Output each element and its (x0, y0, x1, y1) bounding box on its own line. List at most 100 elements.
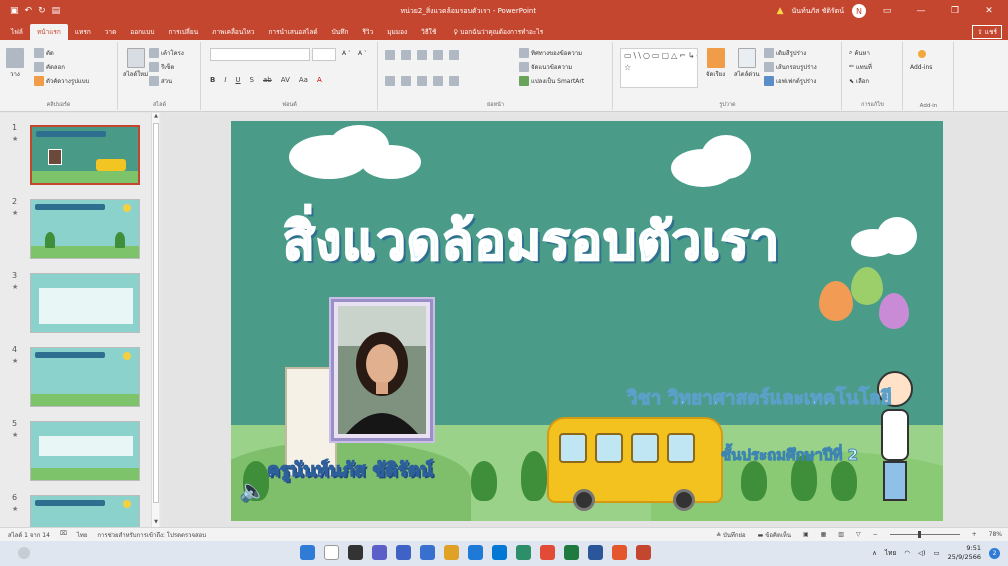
store-icon[interactable] (492, 545, 507, 560)
section-button[interactable]: ส่วน (149, 76, 172, 86)
line-spacing-button[interactable] (449, 50, 459, 60)
slide-thumbnail-3[interactable] (30, 273, 140, 333)
restore-icon[interactable]: ❐ (942, 6, 968, 16)
powerpoint-icon[interactable] (636, 545, 651, 560)
file-explorer-icon[interactable] (444, 545, 459, 560)
tab-help[interactable]: วิธีใช้ (414, 24, 443, 40)
chrome-icon[interactable] (540, 545, 555, 560)
undo-icon[interactable]: ↶ (25, 6, 33, 16)
thumbnail-scrollbar[interactable]: ▲ ▼ (151, 113, 159, 527)
slide-title[interactable]: สิ่งแวดล้อมรอบตัวเรา (282, 199, 780, 282)
tab-file[interactable]: ไฟล์ (4, 24, 30, 40)
shadow-button[interactable]: S (250, 76, 254, 84)
comments-button[interactable]: ▬ ข้อคิดเห็น (758, 530, 791, 540)
align-text-button[interactable]: จัดแนวข้อความ (519, 62, 572, 72)
word-icon[interactable] (588, 545, 603, 560)
char-spacing-button[interactable]: AV (281, 76, 290, 84)
strikethrough-button[interactable]: ab (263, 76, 272, 84)
tab-review[interactable]: รีวิว (355, 24, 380, 40)
copy-button[interactable]: คัดลอก (34, 62, 65, 72)
zoom-out-icon[interactable]: − (873, 531, 878, 538)
find-button[interactable]: ⌕ ค้นหา (849, 48, 870, 58)
font-name-input[interactable] (210, 48, 310, 61)
app-icon[interactable] (612, 545, 627, 560)
tab-animations[interactable]: ภาพเคลื่อนไหว (205, 24, 261, 40)
decrease-indent-button[interactable] (417, 50, 427, 60)
reset-button[interactable]: รีเซ็ต (149, 62, 174, 72)
scroll-down-icon[interactable]: ▼ (152, 519, 160, 527)
paste-button[interactable]: วาง (6, 48, 24, 79)
start-icon[interactable] (300, 545, 315, 560)
zoom-level[interactable]: 78% (989, 531, 1002, 538)
teacher-name-text[interactable]: ครูนันท์นภัส ชัติรัตน์ (267, 455, 434, 485)
tab-insert[interactable]: แทรก (68, 24, 98, 40)
slide-thumbnail-5[interactable] (30, 421, 140, 481)
layout-button[interactable]: เค้าโครง (149, 48, 184, 58)
teams-icon[interactable] (372, 545, 387, 560)
new-slide-button[interactable]: สไลด์ใหม่ (123, 48, 148, 79)
align-center-button[interactable] (401, 76, 411, 86)
arrange-button[interactable]: จัดเรียง (706, 48, 725, 79)
tab-record[interactable]: บันทึก (325, 24, 356, 40)
volume-icon[interactable]: ◁) (918, 549, 926, 557)
smartart-button[interactable]: แปลงเป็น SmartArt (519, 76, 584, 86)
speaker-icon[interactable]: 🔈 (239, 479, 266, 504)
slide-thumbnail-6[interactable] (30, 495, 140, 527)
align-right-button[interactable] (417, 76, 427, 86)
tab-draw[interactable]: วาด (98, 24, 124, 40)
shape-fill-button[interactable]: เติมสีรูปร่าง (764, 48, 806, 58)
user-name[interactable]: นันท์นภัส ชัติรัตน์ (792, 6, 844, 17)
task-view-icon[interactable] (348, 545, 363, 560)
shapes-gallery[interactable]: ▭\\○▭▢△⌐↳⇨⇩↻{}☆ (620, 48, 698, 88)
widgets-icon[interactable] (396, 545, 411, 560)
replace-button[interactable]: ᵃᵇ แทนที่ (849, 62, 872, 72)
tab-home[interactable]: หน้าแรก (29, 24, 68, 40)
align-left-button[interactable] (385, 76, 395, 86)
language-status[interactable]: ไทย (77, 530, 88, 540)
cut-button[interactable]: ตัด (34, 48, 54, 58)
grow-font-button[interactable]: Aˆ (342, 50, 351, 57)
notification-badge[interactable]: 2 (989, 547, 1000, 559)
present-icon[interactable]: ▤ (52, 6, 61, 16)
text-direction-button[interactable]: ทิศทางของข้อความ (519, 48, 582, 58)
slide-thumbnail-2[interactable] (30, 199, 140, 259)
zoom-in-icon[interactable]: + (972, 531, 977, 538)
battery-icon[interactable]: ▭ (934, 549, 940, 557)
scroll-up-icon[interactable]: ▲ (152, 113, 160, 121)
slide-show-icon[interactable]: ▽ (856, 531, 861, 538)
font-size-input[interactable] (312, 48, 336, 61)
normal-view-icon[interactable]: ▣ (803, 531, 809, 538)
font-color-button[interactable]: A (317, 76, 322, 84)
tell-me-search[interactable]: ♀ บอกฉันว่าคุณต้องการทำอะไร (443, 24, 543, 40)
numbering-button[interactable] (401, 50, 411, 60)
shape-outline-button[interactable]: เส้นกรอบรูปร่าง (764, 62, 817, 72)
clock[interactable]: 9:51 25/9/2566 (948, 544, 981, 562)
bold-button[interactable]: B (210, 76, 215, 84)
spelling-icon[interactable]: ⌧ (60, 530, 67, 540)
slide-thumbnail-4[interactable] (30, 347, 140, 407)
scrollbar-thumb[interactable] (153, 123, 159, 503)
justify-button[interactable] (433, 76, 443, 86)
zoom-slider[interactable] (889, 531, 960, 538)
columns-button[interactable] (449, 76, 459, 86)
excel-icon[interactable] (564, 545, 579, 560)
reading-view-icon[interactable]: ▥ (838, 531, 844, 538)
change-case-button[interactable]: Aa (299, 76, 308, 84)
app-icon[interactable] (516, 545, 531, 560)
tab-view[interactable]: มุมมอง (380, 24, 414, 40)
bullets-button[interactable] (385, 50, 395, 60)
notes-button[interactable]: ≙ บันทึกย่อ (716, 530, 746, 540)
increase-indent-button[interactable] (433, 50, 443, 60)
close-icon[interactable]: ✕ (976, 6, 1002, 16)
subject-text[interactable]: วิชา วิทยาศาสตร์และเทคโนโลยี (627, 383, 893, 413)
ribbon-display-options-icon[interactable]: ▭ (874, 6, 900, 16)
wifi-icon[interactable]: ◠ (904, 549, 910, 557)
app-icon[interactable] (420, 545, 435, 560)
tab-design[interactable]: ออกแบบ (123, 24, 161, 40)
search-icon[interactable] (324, 545, 339, 560)
shape-effects-button[interactable]: เอฟเฟกต์รูปร่าง (764, 76, 816, 86)
weather-icon[interactable] (18, 547, 30, 559)
edge-icon[interactable] (468, 545, 483, 560)
slide-sorter-icon[interactable]: ▦ (821, 531, 827, 538)
warning-icon[interactable]: ▲ (777, 6, 784, 16)
